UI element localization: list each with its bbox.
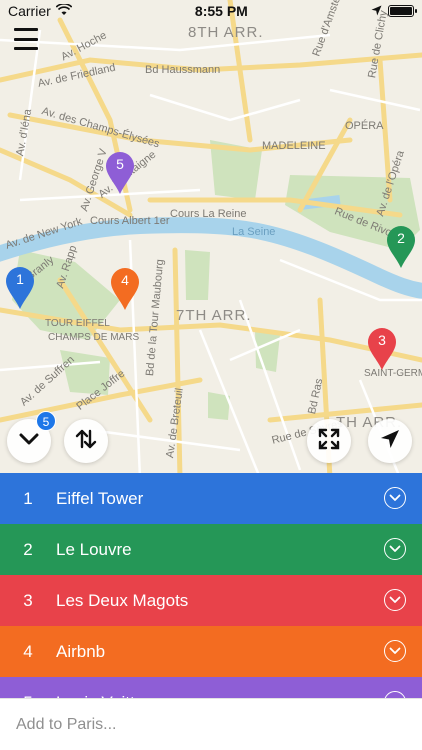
district-label: 7TH ARR. — [176, 307, 252, 324]
fit-all-button[interactable] — [307, 419, 351, 463]
map-pin-3[interactable]: 3 — [367, 327, 397, 371]
status-time: 8:55 PM — [194, 3, 248, 19]
list-item-name: Les Deux Magots — [56, 590, 189, 610]
pin-number: 5 — [116, 156, 124, 172]
list-item-number: 4 — [23, 641, 33, 661]
list-item-name: Eiffel Tower — [56, 488, 144, 508]
map-area-label: TOUR EIFFEL — [45, 318, 110, 329]
expand-item-button[interactable] — [384, 640, 406, 662]
list-item[interactable]: 3 Les Deux Magots — [0, 575, 422, 626]
map-area-label: CHAMPS DE MARS — [48, 332, 140, 343]
district-label: 8TH ARR. — [188, 24, 264, 41]
list-item-number: 2 — [23, 539, 33, 559]
list-item[interactable]: 4 Airbnb — [0, 626, 422, 677]
map-pin-5[interactable]: 5 — [105, 151, 135, 195]
pin-number: 2 — [397, 230, 405, 246]
list-item[interactable]: 2 Le Louvre — [0, 524, 422, 575]
add-place-input[interactable] — [16, 715, 396, 734]
map-street-label: Bd Haussmann — [145, 64, 221, 76]
carrier-label: Carrier — [8, 3, 51, 19]
chevron-down-icon — [389, 642, 401, 660]
map-river-label: La Seine — [232, 226, 276, 238]
expand-item-button[interactable] — [384, 538, 406, 560]
location-arrow-icon — [371, 3, 382, 19]
battery-icon — [387, 5, 417, 17]
map-street-label: Cours La Reine — [170, 208, 247, 220]
locate-me-button[interactable] — [368, 419, 412, 463]
menu-button[interactable] — [14, 28, 38, 50]
pin-number: 1 — [16, 271, 24, 287]
map-street-label: Cours Albert 1er — [90, 215, 170, 227]
navigation-arrow-icon — [379, 428, 401, 455]
status-bar: Carrier 8:55 PM — [0, 0, 422, 22]
list-item-name: Le Louvre — [56, 539, 132, 559]
list-item-name: Airbnb — [56, 641, 106, 661]
chevron-down-icon — [389, 540, 401, 558]
chevron-down-icon — [19, 432, 39, 451]
add-place-bar — [0, 698, 422, 750]
list-count-badge: 5 — [36, 411, 56, 431]
places-list: 1 Eiffel Tower 2 Le Louvre 3 Les Deux Ma… — [0, 473, 422, 728]
map-area-label: OPÉRA — [345, 120, 384, 132]
pin-number: 3 — [378, 332, 386, 348]
list-item-number: 3 — [23, 590, 33, 610]
map-view[interactable]: 8TH ARR. 7TH ARR. Bd Haussmann Av. de Fr… — [0, 0, 422, 478]
reorder-button[interactable] — [64, 419, 108, 463]
expand-icon — [318, 428, 340, 455]
wifi-icon — [55, 3, 73, 19]
expand-item-button[interactable] — [384, 589, 406, 611]
menu-line — [14, 37, 38, 41]
map-pin-4[interactable]: 4 — [110, 267, 140, 311]
swap-vertical-icon — [75, 428, 97, 455]
chevron-down-icon — [389, 489, 401, 507]
map-pin-2[interactable]: 2 — [386, 225, 416, 269]
menu-line — [14, 47, 38, 50]
list-item[interactable]: 1 Eiffel Tower — [0, 473, 422, 524]
menu-line — [14, 28, 38, 31]
pin-number: 4 — [121, 272, 129, 288]
map-area-label: MADELEINE — [262, 140, 326, 152]
app-screen: 8TH ARR. 7TH ARR. Bd Haussmann Av. de Fr… — [0, 0, 422, 750]
list-item-number: 1 — [23, 488, 33, 508]
chevron-down-icon — [389, 591, 401, 609]
map-pin-1[interactable]: 1 — [5, 266, 35, 310]
expand-item-button[interactable] — [384, 487, 406, 509]
